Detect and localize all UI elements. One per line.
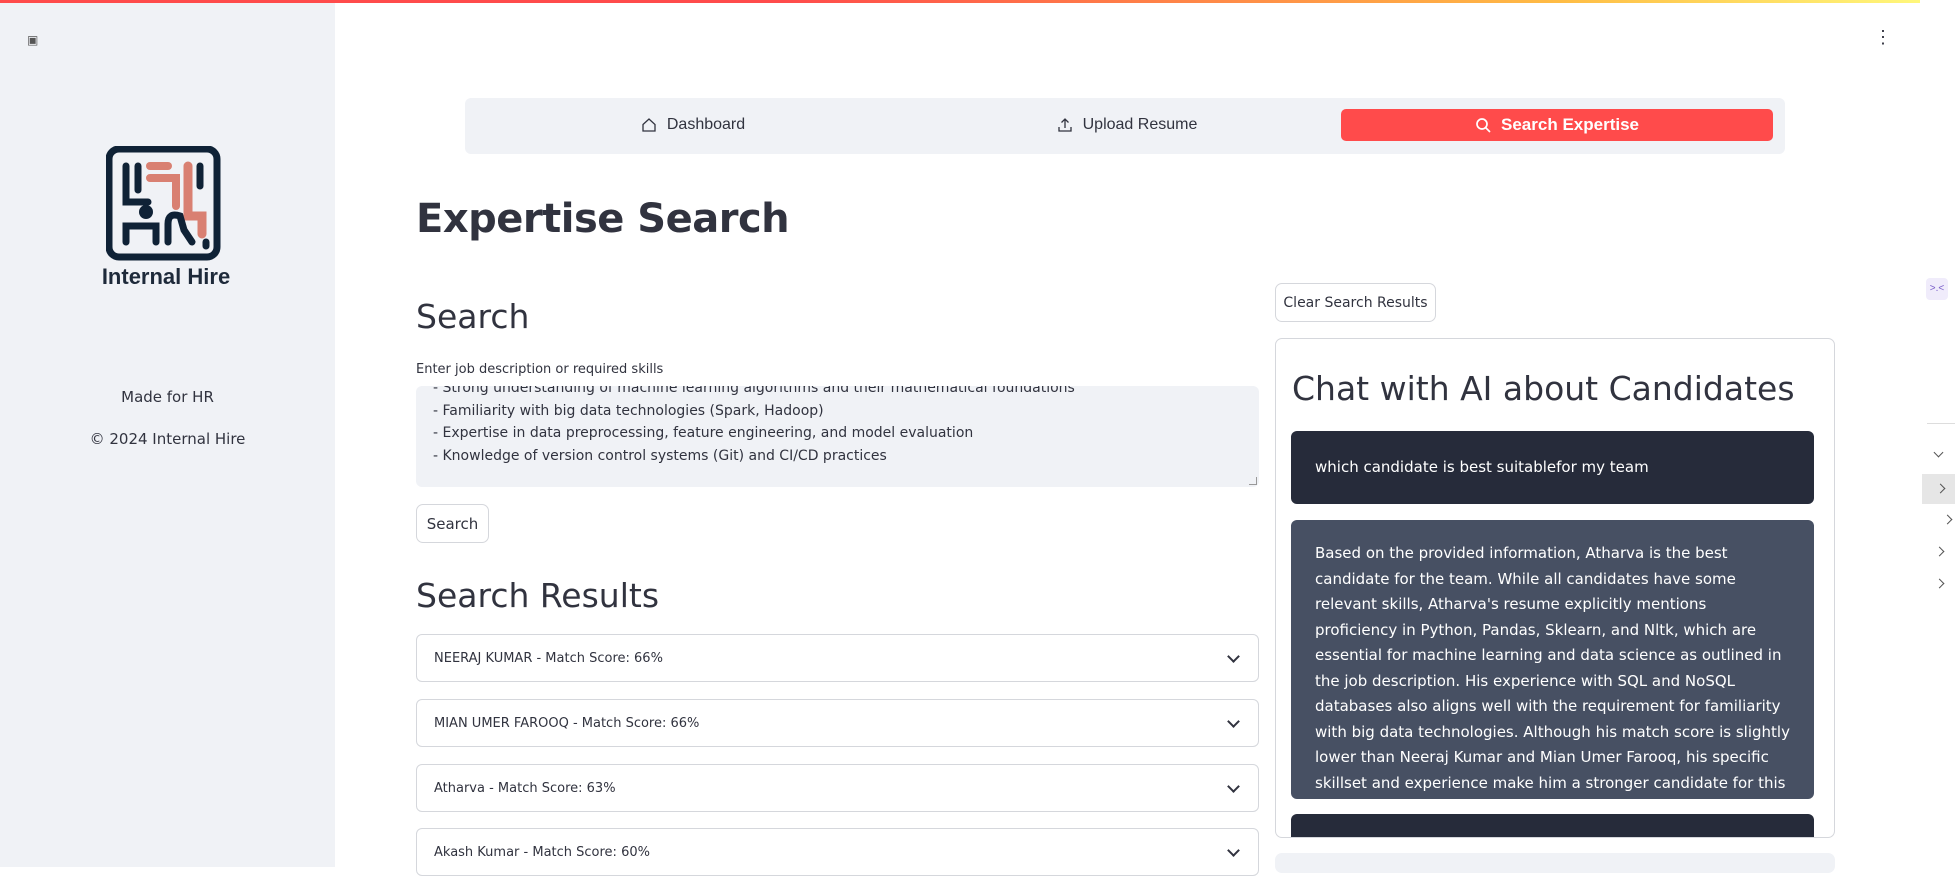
job-description-label: Enter job description or required skills (416, 362, 664, 377)
chevron-down-icon (1227, 780, 1240, 793)
chevron-right-icon[interactable] (1934, 546, 1945, 557)
browser-side-panel: >.< (1920, 0, 1955, 867)
textarea-line: - Expertise in data preprocessing, featu… (433, 425, 974, 441)
nav-upload-resume[interactable]: Upload Resume (921, 109, 1333, 141)
upload-icon (1057, 118, 1072, 132)
search-icon (1476, 118, 1491, 133)
textarea-line: - Strong understanding of machine learni… (433, 386, 1075, 396)
job-description-textarea[interactable]: - Strong understanding of machine learni… (416, 386, 1259, 487)
textarea-line: - Knowledge of version control systems (… (433, 447, 887, 464)
result-row[interactable]: MIAN UMER FAROOQ - Match Score: 66% (416, 699, 1259, 747)
top-nav: Dashboard Upload Resume Search Expertise (465, 98, 1785, 154)
sidebar: ▣ Internal Hire Made for HR © 2024 Inter… (0, 3, 335, 867)
chevron-down-icon (1227, 844, 1240, 857)
result-row[interactable]: Atharva - Match Score: 63% (416, 764, 1259, 812)
result-label: MIAN UMER FAROOQ - Match Score: 66% (434, 715, 700, 731)
resize-handle-icon[interactable] (1249, 477, 1257, 485)
home-icon (642, 118, 656, 132)
user-message: which candidate is best suitablefor my t… (1291, 431, 1814, 504)
search-heading: Search (416, 297, 530, 336)
chat-panel: Chat with AI about Candidates which cand… (1275, 338, 1835, 838)
app-logo: Internal Hire (96, 146, 236, 294)
search-button[interactable]: Search (416, 504, 489, 543)
chevron-right-icon[interactable] (1942, 514, 1953, 525)
result-row[interactable]: NEERAJ KUMAR - Match Score: 66% (416, 634, 1259, 682)
divider (1927, 423, 1955, 424)
chevron-down-icon (1227, 715, 1240, 728)
nav-dashboard-label: Dashboard (666, 116, 746, 133)
assistant-extension-icon[interactable]: >.< (1926, 278, 1948, 300)
chevron-down-icon[interactable] (1933, 447, 1944, 458)
result-label: NEERAJ KUMAR - Match Score: 66% (434, 650, 663, 666)
ai-message: Based on the provided information, Athar… (1291, 520, 1814, 817)
selected-panel-item[interactable] (1922, 474, 1955, 504)
chat-title: Chat with AI about Candidates (1292, 369, 1795, 408)
nav-search-expertise[interactable]: Search Expertise (1341, 109, 1773, 141)
chevron-right-icon[interactable] (1934, 578, 1945, 589)
results-heading: Search Results (416, 576, 660, 615)
chat-input-area[interactable] (1275, 853, 1835, 873)
nav-dashboard[interactable]: Dashboard (465, 109, 921, 141)
result-label: Akash Kumar - Match Score: 60% (434, 844, 650, 860)
chevron-right-icon (1935, 483, 1946, 494)
sidebar-collapse-icon[interactable]: ▣ (27, 33, 38, 47)
copyright-note: © 2024 Internal Hire (89, 430, 246, 448)
logo-mark-icon (106, 146, 221, 261)
logo-text: Internal Hire (101, 264, 231, 289)
main-menu-icon[interactable]: ⋮ (1874, 28, 1892, 46)
nav-upload-label: Upload Resume (1082, 116, 1198, 133)
next-message (1291, 814, 1814, 837)
result-label: Atharva - Match Score: 63% (434, 780, 616, 796)
nav-search-label: Search Expertise (1501, 115, 1639, 134)
textarea-line: - Familiarity with big data technologies… (433, 402, 824, 419)
made-for-note: Made for HR (121, 388, 214, 406)
clear-search-results-button[interactable]: Clear Search Results (1275, 283, 1436, 322)
page-title: Expertise Search (416, 196, 790, 242)
chevron-down-icon (1227, 650, 1240, 663)
result-row[interactable]: Akash Kumar - Match Score: 60% (416, 828, 1259, 876)
